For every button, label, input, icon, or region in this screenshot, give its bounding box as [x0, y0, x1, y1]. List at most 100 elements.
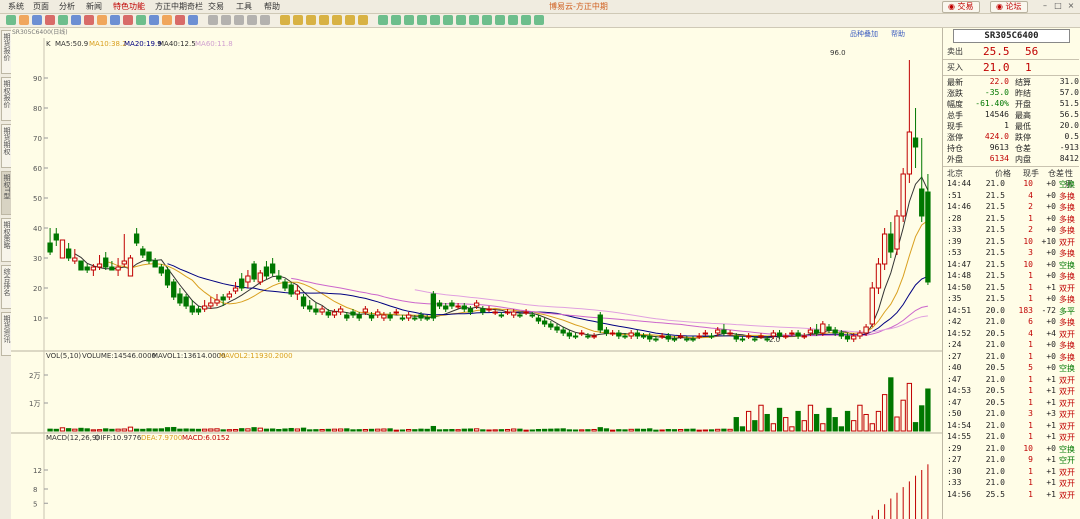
toolbar-tool-icon[interactable]	[221, 15, 231, 25]
tick-o: +0	[1046, 190, 1056, 200]
toolbar-tool-icon[interactable]	[149, 15, 159, 25]
trade-button[interactable]: ◉ 交易	[942, 1, 980, 13]
volume-bar	[473, 428, 480, 432]
toolbar-tool-icon[interactable]	[443, 15, 453, 25]
toolbar-tool-icon[interactable]	[136, 15, 146, 25]
toolbar-tool-icon[interactable]	[482, 15, 492, 25]
toolbar-tool-icon[interactable]	[345, 15, 355, 25]
toolbar-tool-icon[interactable]	[19, 15, 29, 25]
stat-value: 20.0	[1059, 121, 1079, 130]
toolbar-tool-icon[interactable]	[32, 15, 42, 25]
toolbar-tool-icon[interactable]	[175, 15, 185, 25]
volume-bar	[449, 428, 455, 432]
toolbar-tool-icon[interactable]	[469, 15, 479, 25]
toolbar-tool-icon[interactable]	[247, 15, 257, 25]
tick-t: 14:53	[947, 386, 972, 395]
kline-chart-panel[interactable]: SR305C6400(日线) 品种叠加 帮助 K MA5:50.9 MA10:3…	[11, 28, 942, 519]
sell-row[interactable]: 卖出 25.5 56	[945, 45, 1079, 58]
candle-body	[344, 314, 350, 319]
tick-row: 14:47 21.5 10 +0 空换	[943, 260, 1079, 270]
toolbar-tool-icon[interactable]	[280, 15, 290, 25]
candle-body	[881, 233, 888, 265]
menu-item[interactable]: 分析	[59, 1, 75, 12]
toolbar-tool-icon[interactable]	[391, 15, 401, 25]
left-tab-label: 期货报价	[3, 33, 11, 61]
menu-item[interactable]: 页面	[33, 1, 49, 12]
volume-bar	[65, 428, 72, 432]
candle-body	[844, 335, 851, 340]
menu-item[interactable]: 系统	[8, 1, 24, 12]
low-label: 2.0	[769, 336, 780, 344]
candle-body	[467, 308, 474, 313]
toolbar-tool-icon[interactable]	[84, 15, 94, 25]
tick-o: +1	[1046, 397, 1056, 407]
tick-t: :27	[947, 351, 962, 361]
toolbar-tool-icon[interactable]	[6, 15, 16, 25]
forum-button[interactable]: ◉ 论坛	[990, 1, 1028, 13]
volume-bar	[591, 428, 597, 432]
tick-row: :35 21.5 1 +0 多换	[943, 294, 1079, 304]
close-icon[interactable]: ×	[1066, 1, 1076, 11]
stat-value: 1	[1004, 121, 1009, 130]
toolbar-tool-icon[interactable]	[58, 15, 68, 25]
toolbar-tool-icon[interactable]	[162, 15, 172, 25]
toolbar-tool-icon[interactable]	[110, 15, 120, 25]
toolbar-tool-icon[interactable]	[123, 15, 133, 25]
menu-item[interactable]: 新闻	[86, 1, 102, 12]
tick-row: :51 21.5 4 +0 多换	[943, 191, 1079, 201]
toolbar-tool-icon[interactable]	[534, 15, 544, 25]
volume-bar	[189, 428, 195, 432]
tick-o: +0	[1046, 317, 1056, 326]
maximize-icon[interactable]: □	[1053, 1, 1063, 11]
toolbar-tool-icon[interactable]	[495, 15, 505, 25]
toolbar-tool-icon[interactable]	[45, 15, 55, 25]
candle-body	[393, 311, 399, 314]
candle-body	[659, 335, 665, 338]
toolbar-tool-icon[interactable]	[430, 15, 440, 25]
candle-body	[387, 314, 393, 319]
volume-bar	[925, 388, 931, 432]
toolbar-tool-icon[interactable]	[306, 15, 316, 25]
toolbar-tool-icon[interactable]	[319, 15, 329, 25]
minimize-icon[interactable]: –	[1040, 1, 1050, 11]
volume-bar	[548, 428, 554, 432]
toolbar-tool-icon[interactable]	[208, 15, 218, 25]
candle-body	[133, 233, 140, 244]
menu-item[interactable]: 方正中期奇栏	[155, 1, 203, 12]
toolbar-tool-icon[interactable]	[456, 15, 466, 25]
kline-chart[interactable]: SR305C6400(日线) 品种叠加 帮助 K MA5:50.9 MA10:3…	[11, 28, 942, 519]
volume-bar	[863, 413, 869, 432]
toolbar-tool-icon[interactable]	[521, 15, 531, 25]
toolbar-tool-icon[interactable]	[234, 15, 244, 25]
product-overlay-link[interactable]: 品种叠加	[850, 29, 878, 38]
help-link[interactable]: 帮助	[891, 29, 905, 38]
toolbar-tool-icon[interactable]	[358, 15, 368, 25]
toolbar-tool-icon[interactable]	[97, 15, 107, 25]
toolbar-tool-icon[interactable]	[417, 15, 427, 25]
toolbar-tool-icon[interactable]	[71, 15, 81, 25]
volume-bar	[764, 413, 770, 432]
stat-value: 56.5	[1059, 110, 1079, 119]
tick-o: +1	[1046, 455, 1056, 464]
buy-row[interactable]: 买入 21.0 1	[945, 61, 1079, 74]
stat-value: 22.0	[989, 77, 1009, 86]
toolbar-tool-icon[interactable]	[188, 15, 198, 25]
menu-item[interactable]: 工具	[236, 1, 252, 12]
candle-body	[579, 332, 585, 335]
volume-bar	[47, 428, 53, 432]
toolbar-tool-icon[interactable]	[378, 15, 388, 25]
tick-row: 14:48 21.5 1 +0 多换	[943, 271, 1079, 281]
toolbar-tool-icon[interactable]	[260, 15, 270, 25]
menu-item[interactable]: 交易	[208, 1, 224, 12]
tick-row: :47 20.5 1 +1 双开	[943, 398, 1079, 408]
stat-label: 仓差	[1015, 144, 1031, 153]
toolbar-tool-icon[interactable]	[508, 15, 518, 25]
candle-body	[72, 257, 78, 262]
menu-item[interactable]: 特色功能	[113, 1, 145, 12]
toolbar-tool-icon[interactable]	[293, 15, 303, 25]
menu-item[interactable]: 帮助	[264, 1, 280, 12]
toolbar-tool-icon[interactable]	[404, 15, 414, 25]
volume-bar	[220, 429, 226, 432]
symbol-code[interactable]: SR305C6400	[953, 29, 1070, 43]
toolbar-tool-icon[interactable]	[332, 15, 342, 25]
